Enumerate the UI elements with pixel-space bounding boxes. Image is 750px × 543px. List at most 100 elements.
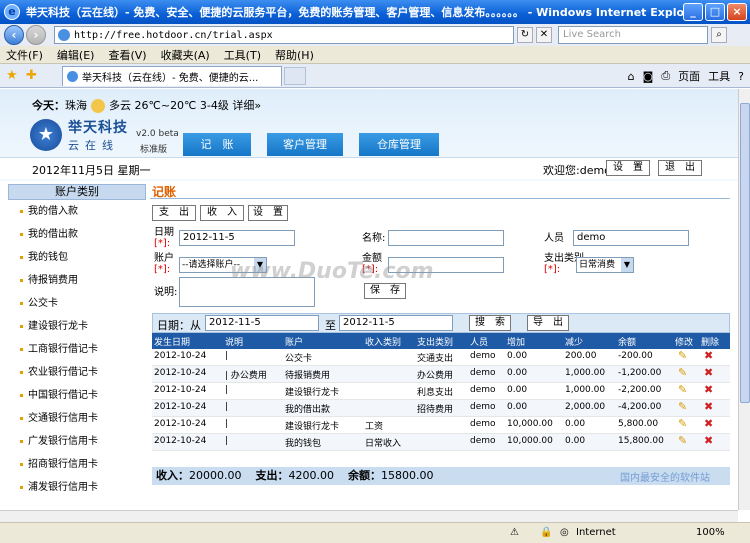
balance-total-label: 余额： xyxy=(348,469,381,482)
forward-button[interactable]: › xyxy=(26,25,46,45)
row-date: 2012-10-24 xyxy=(154,419,207,429)
col-person: 人员 xyxy=(470,338,489,348)
menu-help[interactable]: 帮助(H) xyxy=(275,47,314,63)
tab-label: 举天科技（云在线）- 免费、便捷的云... xyxy=(82,72,259,84)
add-favorites-icon[interactable]: ✚ xyxy=(26,68,40,83)
horizontal-scrollbar[interactable] xyxy=(0,510,738,522)
name-input[interactable] xyxy=(388,230,504,246)
help-icon[interactable]: ? xyxy=(738,70,744,83)
row-expense-type: 招待费用 xyxy=(417,405,454,415)
edit-pencil-icon[interactable]: ✎ xyxy=(678,349,687,362)
col-note: 说明 xyxy=(225,338,244,348)
bookkeeping-panel: 记账 支 出 收 入 设 置 日期 [*]: 2012-11-5 名称: 人员 … xyxy=(150,183,730,509)
weather-detail-link[interactable]: 详细» xyxy=(232,99,261,112)
table-row: 2012-10-24 | 建设银行龙卡 利息支出 demo 0.00 1,000.00 -2,… xyxy=(152,383,730,400)
edit-pencil-icon[interactable]: ✎ xyxy=(678,417,687,430)
settings-button[interactable]: 设 置 xyxy=(606,160,650,176)
window-title: 举天科技（云在线）- 免费、安全、便捷的云服务平台，免费的账务管理、客户管理、信… xyxy=(26,6,696,19)
sidebar-item[interactable]: 公交卡 xyxy=(8,292,146,315)
filter-to-input[interactable]: 2012-11-5 xyxy=(339,315,453,331)
person-input[interactable]: demo xyxy=(573,230,689,246)
current-date: 2012年11月5日 星期一 xyxy=(32,164,151,177)
sidebar-item[interactable]: 浦发银行信用卡 xyxy=(8,476,146,499)
edit-pencil-icon[interactable]: ✎ xyxy=(678,383,687,396)
nav-warehouse-management[interactable]: 仓库管理 xyxy=(359,133,439,156)
edit-pencil-icon[interactable]: ✎ xyxy=(678,366,687,379)
row-income-type: 工资 xyxy=(365,422,384,432)
sidebar-item[interactable]: 建设银行龙卡 xyxy=(8,315,146,338)
page-menu[interactable]: 页面 xyxy=(678,68,700,84)
sidebar-item[interactable]: 农业银行借记卡 xyxy=(8,361,146,384)
tab-income[interactable]: 收 入 xyxy=(200,205,244,221)
delete-x-icon[interactable]: ✖ xyxy=(704,366,713,379)
row-person: demo xyxy=(470,436,496,446)
favorites-star-icon[interactable]: ★ xyxy=(6,68,20,83)
nav-customer-management[interactable]: 客户管理 xyxy=(267,133,343,156)
minimize-button[interactable]: _ xyxy=(683,3,703,21)
feeds-icon[interactable]: ◙ xyxy=(643,70,654,83)
sidebar-item[interactable]: 交通银行信用卡 xyxy=(8,407,146,430)
row-account: 我的钱包 xyxy=(285,439,322,449)
edit-pencil-icon[interactable]: ✎ xyxy=(678,434,687,447)
row-increase: 0.00 xyxy=(507,351,528,361)
logout-button[interactable]: 退 出 xyxy=(658,160,702,176)
sidebar-item[interactable]: 工商银行借记卡 xyxy=(8,338,146,361)
save-button[interactable]: 保 存 xyxy=(364,283,406,299)
sidebar-item[interactable]: 中国银行借记卡 xyxy=(8,384,146,407)
new-tab-button[interactable] xyxy=(284,66,306,85)
tab-settings[interactable]: 设 置 xyxy=(248,205,288,221)
menu-favorites[interactable]: 收藏夹(A) xyxy=(161,47,210,63)
sidebar-item[interactable]: 广发银行信用卡 xyxy=(8,430,146,453)
sidebar-item[interactable]: 我的借入款 xyxy=(8,200,146,223)
delete-x-icon[interactable]: ✖ xyxy=(704,349,713,362)
filter-from-input[interactable]: 2012-11-5 xyxy=(205,315,319,331)
nav-bookkeeping[interactable]: 记 账 xyxy=(183,133,251,156)
tab-expense[interactable]: 支 出 xyxy=(152,205,196,221)
row-note: | xyxy=(225,385,229,395)
menu-tools[interactable]: 工具(T) xyxy=(224,47,261,63)
scrollbar-thumb[interactable] xyxy=(740,103,750,403)
sidebar-item[interactable]: 我的钱包 xyxy=(8,246,146,269)
home-icon[interactable]: ⌂ xyxy=(628,70,635,83)
tools-menu[interactable]: 工具 xyxy=(708,68,730,84)
row-person: demo xyxy=(470,402,496,412)
delete-x-icon[interactable]: ✖ xyxy=(704,383,713,396)
category-select[interactable]: 日常消费 ▼ xyxy=(576,257,634,273)
refresh-icon[interactable]: ↻ xyxy=(517,27,533,43)
tab-page-icon xyxy=(67,70,78,82)
sidebar-item[interactable]: 我的借出款 xyxy=(8,223,146,246)
date-input[interactable]: 2012-11-5 xyxy=(179,230,295,246)
watermark: www.DuoTe.com xyxy=(230,259,434,284)
row-increase: 10,000.00 xyxy=(507,419,553,429)
browser-tab[interactable]: 举天科技（云在线）- 免费、便捷的云... xyxy=(62,65,282,86)
row-account: 建设银行龙卡 xyxy=(285,388,340,398)
row-decrease: 0.00 xyxy=(565,419,586,429)
menu-edit[interactable]: 编辑(E) xyxy=(57,47,95,63)
income-total-label: 收入： xyxy=(156,469,189,482)
zoom-level[interactable]: 100% xyxy=(696,527,725,538)
delete-x-icon[interactable]: ✖ xyxy=(704,417,713,430)
back-button[interactable]: ‹ xyxy=(4,25,24,45)
delete-x-icon[interactable]: ✖ xyxy=(704,400,713,413)
stop-icon[interactable]: ✕ xyxy=(536,27,552,43)
transactions-table: 发生日期 说明 账户 收入类别 支出类别 人员 增加 减少 余额 修改 删除 2… xyxy=(152,333,730,451)
delete-x-icon[interactable]: ✖ xyxy=(704,434,713,447)
edit-pencil-icon[interactable]: ✎ xyxy=(678,400,687,413)
search-icon[interactable]: ⌕ xyxy=(711,27,727,43)
search-input[interactable]: Live Search xyxy=(558,26,708,44)
date-filter-bar: 日期：从 2012-11-5 至 2012-11-5 搜 索 导 出 xyxy=(152,313,730,333)
row-increase: 10,000.00 xyxy=(507,436,553,446)
sidebar-item[interactable]: 待报销费用 xyxy=(8,269,146,292)
menu-file[interactable]: 文件(F) xyxy=(6,47,43,63)
menu-view[interactable]: 查看(V) xyxy=(108,47,146,63)
sidebar-item[interactable]: 招商银行信用卡 xyxy=(8,453,146,476)
print-icon[interactable]: ⎙ xyxy=(661,69,670,83)
search-button[interactable]: 搜 索 xyxy=(469,315,511,331)
close-button[interactable]: × xyxy=(727,3,747,21)
person-label: 人员 xyxy=(544,233,564,244)
url-field[interactable]: http://free.hotdoor.cn/trial.aspx xyxy=(54,26,514,44)
date-label: 日期 xyxy=(154,227,174,238)
maximize-button[interactable]: □ xyxy=(705,3,725,21)
vertical-scrollbar[interactable] xyxy=(738,89,750,510)
export-button[interactable]: 导 出 xyxy=(527,315,569,331)
